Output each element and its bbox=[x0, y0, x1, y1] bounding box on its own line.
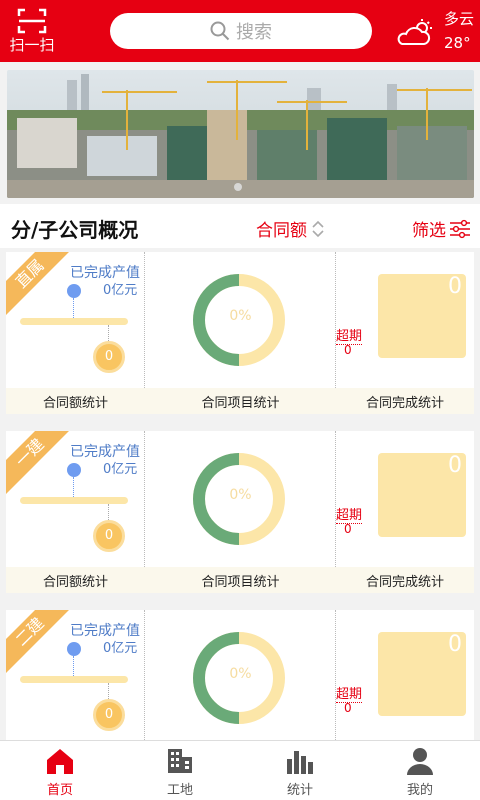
construction-site-photo bbox=[7, 70, 474, 198]
contract-project-panel[interactable]: 0% bbox=[145, 610, 336, 740]
progress-track bbox=[20, 318, 128, 325]
scan-button[interactable]: 扫一扫 bbox=[6, 8, 58, 56]
contract-coin-badge: 0 bbox=[93, 341, 125, 373]
coin-pole bbox=[108, 504, 109, 520]
overdue-value: 0 bbox=[344, 522, 352, 536]
company-card-first[interactable]: 一建 已完成产值 0亿元 0 0% 超期 0 0 合同额统计 合同项目统计 合同… bbox=[6, 431, 474, 593]
foot-contract-project-label: 合同项目统计 bbox=[201, 575, 280, 590]
completion-value: 0 bbox=[448, 453, 462, 478]
company-card-direct[interactable]: 直属 已完成产值 0亿元 0 0% 超期 0 0 合同额统计 合同项目统计 合同… bbox=[6, 252, 474, 414]
bar-chart-icon bbox=[287, 751, 313, 774]
tab-mine[interactable]: 我的 bbox=[360, 747, 480, 798]
tab-site[interactable]: 工地 bbox=[120, 747, 240, 798]
tab-home-label: 首页 bbox=[46, 783, 73, 798]
contract-coin-badge: 0 bbox=[93, 699, 125, 731]
contract-completion-panel[interactable]: 超期 0 0 bbox=[336, 252, 474, 388]
contract-amount-panel[interactable]: 直属 已完成产值 0亿元 0 bbox=[6, 252, 145, 388]
bottom-tab-bar: 首页 工地 统计 我的 bbox=[0, 740, 480, 800]
progress-track bbox=[20, 497, 128, 504]
contract-completion-panel[interactable]: 超期 0 0 bbox=[336, 431, 474, 567]
home-icon bbox=[47, 749, 73, 774]
contract-completion-panel[interactable]: 超期 0 0 bbox=[336, 610, 474, 740]
tab-home[interactable]: 首页 bbox=[0, 747, 120, 798]
pin-line bbox=[73, 477, 74, 497]
coin-pole bbox=[108, 683, 109, 699]
scan-label: 扫一扫 bbox=[9, 36, 55, 54]
card-footer: 合同额统计 合同项目统计 合同完成统计 bbox=[6, 567, 474, 593]
contract-project-panel[interactable]: 0% bbox=[145, 252, 336, 388]
weather-widget[interactable]: 多云 28° bbox=[394, 6, 480, 56]
completion-value: 0 bbox=[448, 274, 462, 299]
progress-track bbox=[20, 676, 128, 683]
progress-pin-icon bbox=[67, 642, 81, 656]
completion-value: 0 bbox=[448, 632, 462, 657]
overdue-value: 0 bbox=[344, 701, 352, 715]
foot-contract-completion-label: 合同完成统计 bbox=[365, 396, 444, 411]
foot-contract-completion-label: 合同完成统计 bbox=[365, 575, 444, 590]
foot-contract-amount-label: 合同额统计 bbox=[42, 396, 108, 411]
app-header: 扫一扫 搜索 多云 28° bbox=[0, 0, 480, 62]
cloudy-weather-icon bbox=[397, 19, 432, 45]
user-icon bbox=[407, 748, 433, 775]
foot-contract-amount-label: 合同额统计 bbox=[42, 575, 108, 590]
building-icon bbox=[168, 749, 192, 773]
company-card-second[interactable]: 二建 已完成产值 0亿元 0 0% 超期 0 0 bbox=[6, 610, 474, 740]
overdue-label: 超期 bbox=[336, 325, 363, 345]
overdue-label: 超期 bbox=[336, 504, 363, 524]
filter-label: 筛选 bbox=[412, 221, 446, 241]
company-ribbon: 二建 bbox=[6, 610, 74, 676]
tab-statistics[interactable]: 统计 bbox=[240, 747, 360, 798]
company-ribbon: 一建 bbox=[6, 431, 74, 497]
card-footer: 合同额统计 合同项目统计 合同完成统计 bbox=[6, 388, 474, 414]
sort-label: 合同额 bbox=[256, 221, 307, 241]
contract-amount-panel[interactable]: 一建 已完成产值 0亿元 0 bbox=[6, 431, 145, 567]
carousel-indicator[interactable] bbox=[234, 183, 242, 191]
scan-icon bbox=[17, 8, 47, 34]
completed-output-value: 0亿元 bbox=[103, 641, 138, 656]
sort-contract-amount-button[interactable]: 合同额 bbox=[256, 216, 325, 241]
completion-box: 0 bbox=[378, 453, 466, 537]
contract-coin-badge: 0 bbox=[93, 520, 125, 552]
search-icon bbox=[210, 21, 230, 41]
filter-sliders-icon bbox=[450, 219, 470, 238]
completion-box: 0 bbox=[378, 274, 466, 358]
completed-output-value: 0亿元 bbox=[103, 462, 138, 477]
banner-image[interactable] bbox=[7, 70, 474, 198]
search-placeholder: 搜索 bbox=[236, 22, 272, 43]
foot-contract-project-label: 合同项目统计 bbox=[201, 396, 280, 411]
overdue-label: 超期 bbox=[336, 683, 363, 703]
section-header: 分/子公司概况 合同额 筛选 bbox=[0, 204, 480, 248]
coin-pole bbox=[108, 325, 109, 341]
progress-pin-icon bbox=[67, 284, 81, 298]
tab-statistics-label: 统计 bbox=[286, 783, 313, 798]
pin-line bbox=[73, 298, 74, 318]
project-donut-label: 0% bbox=[229, 308, 252, 324]
company-ribbon: 直属 bbox=[6, 252, 74, 318]
search-input[interactable]: 搜索 bbox=[110, 13, 372, 49]
pin-line bbox=[73, 656, 74, 676]
tab-site-label: 工地 bbox=[166, 783, 193, 798]
sort-toggle-icon bbox=[312, 220, 324, 237]
contract-project-panel[interactable]: 0% bbox=[145, 431, 336, 567]
progress-pin-icon bbox=[67, 463, 81, 477]
filter-button[interactable]: 筛选 bbox=[412, 216, 472, 241]
overdue-value: 0 bbox=[344, 343, 352, 357]
contract-amount-panel[interactable]: 二建 已完成产值 0亿元 0 bbox=[6, 610, 145, 740]
project-donut-label: 0% bbox=[229, 666, 252, 682]
completed-output-value: 0亿元 bbox=[103, 283, 138, 298]
project-donut-label: 0% bbox=[229, 487, 252, 503]
weather-temperature: 28° bbox=[444, 34, 471, 52]
section-title: 分/子公司概况 bbox=[11, 218, 139, 242]
completion-box: 0 bbox=[378, 632, 466, 716]
weather-condition: 多云 bbox=[444, 10, 475, 28]
tab-mine-label: 我的 bbox=[406, 783, 433, 798]
